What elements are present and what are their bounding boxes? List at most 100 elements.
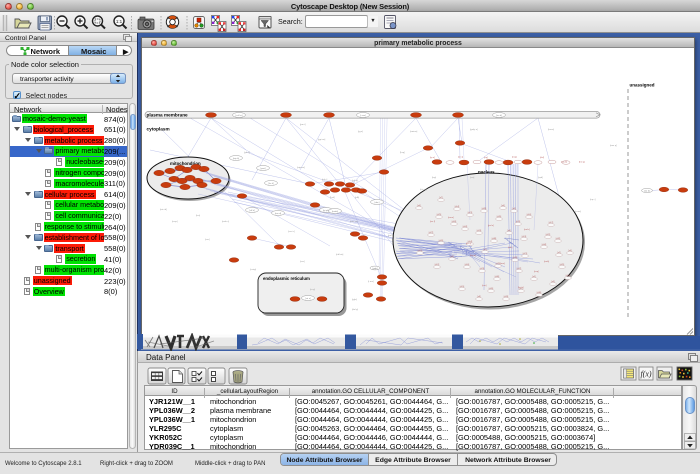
svg-text:[dol p]: [dol p] xyxy=(352,309,358,311)
svg-text:[n27]: [n27] xyxy=(429,232,434,234)
svg-text:[ctl b]: [ctl b] xyxy=(249,209,255,212)
svg-text:[glyc]: [glyc] xyxy=(352,299,357,301)
svg-text:[n10]: [n10] xyxy=(566,275,571,277)
svg-text:[pk c]: [pk c] xyxy=(322,179,328,181)
svg-text:[n19]: [n19] xyxy=(418,250,423,252)
svg-text:[mm p]: [mm p] xyxy=(610,145,617,147)
svg-text:[sn u]: [sn u] xyxy=(458,157,464,159)
svg-text:[n21]: [n21] xyxy=(468,212,473,214)
svg-text:[n0]: [n0] xyxy=(568,250,572,252)
svg-text:[cbf]: [cbf] xyxy=(540,157,544,159)
svg-text:plasma membrane: plasma membrane xyxy=(147,112,189,117)
svg-text:[n34]: [n34] xyxy=(542,244,547,246)
svg-text:[n29]: [n29] xyxy=(560,264,565,266)
svg-text:[pol e]: [pol e] xyxy=(488,225,494,227)
svg-text:[n32]: [n32] xyxy=(556,238,561,240)
svg-text:f(x): f(x) xyxy=(640,370,651,379)
svg-text:[n11]: [n11] xyxy=(516,221,521,223)
svg-text:[n9]: [n9] xyxy=(450,256,454,258)
svg-text:[rib bio]: [rib bio] xyxy=(336,253,344,256)
svg-text:cytoplasm: cytoplasm xyxy=(147,127,170,132)
svg-text:[n35]: [n35] xyxy=(497,216,502,218)
svg-text:[rad c]: [rad c] xyxy=(524,228,530,231)
svg-text:[n28]: [n28] xyxy=(513,257,518,259)
svg-text:[gdp]: [gdp] xyxy=(373,268,378,270)
svg-text:[cdc]: [cdc] xyxy=(508,247,513,249)
svg-text:[his h]: [his h] xyxy=(518,287,524,289)
svg-text:[cse]: [cse] xyxy=(482,285,487,287)
svg-text:[n26]: [n26] xyxy=(489,288,494,290)
svg-text:[nm d]: [nm d] xyxy=(275,213,281,215)
svg-text:[sec tr]: [sec tr] xyxy=(288,230,295,233)
svg-text:[rrp]: [rrp] xyxy=(484,156,488,159)
svg-text:[n10]: [n10] xyxy=(527,214,532,216)
svg-text:[n25]: [n25] xyxy=(437,214,442,216)
svg-text:[resp]: [resp] xyxy=(172,220,178,223)
svg-text:[pol l]: [pol l] xyxy=(388,235,394,237)
svg-text:[np c]: [np c] xyxy=(590,199,596,201)
svg-text:[gly p]: [gly p] xyxy=(352,180,358,182)
svg-text:[hxt p]: [hxt p] xyxy=(579,161,585,164)
svg-text:[atpase]: [atpase] xyxy=(297,166,305,169)
svg-text:[tca]: [tca] xyxy=(196,214,201,217)
svg-text:[n22]: [n22] xyxy=(546,234,551,236)
svg-text:[n5]: [n5] xyxy=(532,276,536,278)
svg-text:[golgi a]: [golgi a] xyxy=(470,129,478,131)
svg-text:[n6]: [n6] xyxy=(507,230,511,232)
svg-text:[trans]: [trans] xyxy=(548,128,554,131)
svg-text:[n21]: [n21] xyxy=(523,253,528,255)
svg-text:[atp b]: [atp b] xyxy=(233,157,239,160)
svg-text:[cell w]: [cell w] xyxy=(236,115,243,117)
svg-text:[n37]: [n37] xyxy=(517,268,522,270)
svg-text:[smc]: [smc] xyxy=(500,263,505,265)
svg-text:[x me]: [x me] xyxy=(575,211,581,213)
svg-text:[n0]: [n0] xyxy=(417,205,421,207)
svg-text:[msh]: [msh] xyxy=(544,261,550,263)
svg-text:[n12]: [n12] xyxy=(435,264,440,266)
svg-text:[str e]: [str e] xyxy=(305,297,311,300)
svg-text:[ch sg]: [ch sg] xyxy=(420,189,427,191)
svg-text:[n8]: [n8] xyxy=(477,296,481,298)
svg-text:[er p]: [er p] xyxy=(310,288,315,291)
svg-text:[ydr b]: [ydr b] xyxy=(244,151,250,154)
svg-text:[nup]: [nup] xyxy=(534,271,539,273)
svg-text:[n3]: [n3] xyxy=(512,208,516,210)
svg-text:[mt rib]: [mt rib] xyxy=(160,208,167,211)
svg-text:nucleus: nucleus xyxy=(478,170,495,175)
svg-text:[n3]: [n3] xyxy=(551,281,555,283)
svg-text:[hx k]: [hx k] xyxy=(268,183,274,185)
svg-text:[orc l]: [orc l] xyxy=(430,220,436,223)
svg-text:[n33]: [n33] xyxy=(504,296,509,298)
svg-text:[n15]: [n15] xyxy=(460,286,465,288)
svg-text:[amino]: [amino] xyxy=(410,131,418,133)
svg-text:[n30]: [n30] xyxy=(495,276,500,278)
svg-text:[n23]: [n23] xyxy=(480,268,485,270)
svg-text:[top o]: [top o] xyxy=(470,254,476,257)
svg-text:[pm t]: [pm t] xyxy=(300,123,306,126)
svg-text:[rfc a]: [rfc a] xyxy=(466,242,472,245)
svg-text:[n36]: [n36] xyxy=(537,292,542,294)
svg-text:[mvb s]: [mvb s] xyxy=(222,221,229,223)
svg-text:[n17]: [n17] xyxy=(549,222,554,224)
svg-text:[n24]: [n24] xyxy=(463,226,468,228)
svg-text:1:1: 1:1 xyxy=(116,19,123,24)
svg-text:[g pr]: [g pr] xyxy=(358,130,363,133)
svg-text:[mcm]: [mcm] xyxy=(448,217,454,219)
svg-text:[spb]: [spb] xyxy=(538,177,543,179)
svg-text:[txp]: [txp] xyxy=(432,176,437,179)
svg-text:[pfk]: [pfk] xyxy=(355,197,360,199)
svg-text:[t rna]: [t rna] xyxy=(368,280,374,283)
svg-text:[n4]: [n4] xyxy=(501,205,505,207)
svg-text:[n7]: [n7] xyxy=(439,197,443,199)
svg-text:[n28]: [n28] xyxy=(482,208,487,210)
svg-text:[n18]: [n18] xyxy=(452,221,457,223)
svg-text:[snr]: [snr] xyxy=(470,176,475,179)
svg-text:[node]: [node] xyxy=(332,211,338,213)
svg-text:unassigned: unassigned xyxy=(630,83,655,88)
svg-text:[n13]: [n13] xyxy=(522,236,527,238)
svg-text:[abc]: [abc] xyxy=(375,202,380,204)
svg-text:[gpi an]: [gpi an] xyxy=(318,139,326,141)
svg-text:[prot]: [prot] xyxy=(261,167,266,170)
svg-text:[n7]: [n7] xyxy=(483,249,487,251)
svg-text:[n16]: [n16] xyxy=(465,264,470,266)
